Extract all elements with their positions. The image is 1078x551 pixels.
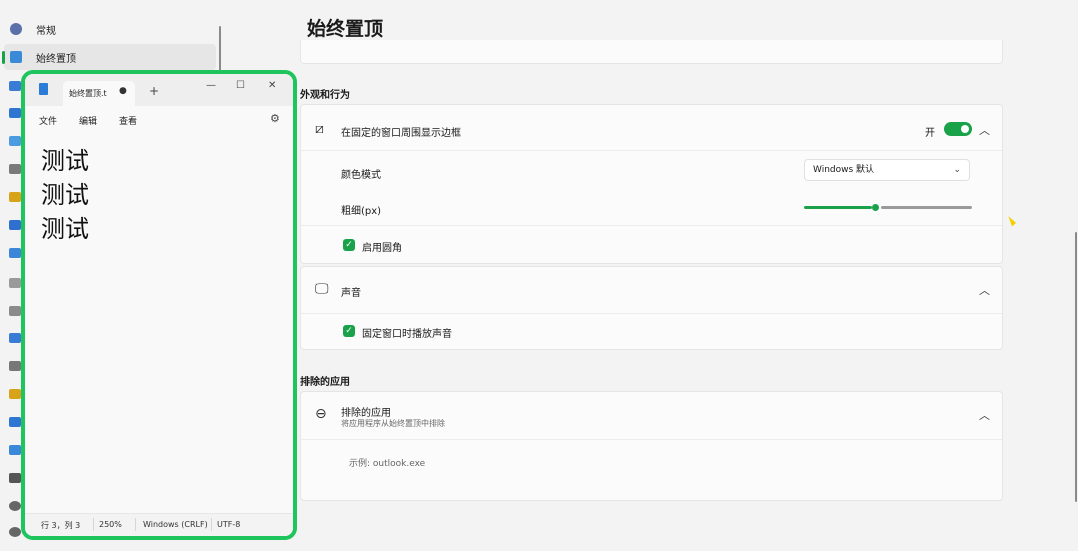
border-toggle[interactable] [944,122,972,136]
utility-icon[interactable] [9,445,21,455]
main-scrollbar[interactable] [1075,232,1077,502]
color-mode-label: 颜色模式 [341,170,381,181]
thickness-slider-fill [804,206,872,209]
chevron-up-icon[interactable]: ︿ [979,282,990,298]
general-icon [10,23,22,35]
utility-icon[interactable] [9,164,21,174]
sound-icon: 🖵 [315,281,329,297]
menu-view[interactable]: 查看 [119,114,137,127]
new-tab-button[interactable]: + [149,84,159,98]
utility-icon[interactable] [9,417,21,427]
always-on-top-icon [10,51,22,63]
utility-icon[interactable] [9,81,21,91]
sidebar-item-general[interactable]: 常规 [4,16,216,42]
excluded-label: 排除的应用 [341,408,391,419]
utility-icon[interactable] [9,306,21,316]
text-line: 测试 [41,215,89,243]
notepad-text-area[interactable]: 测试 测试 测试 [41,144,89,246]
utility-icon[interactable] [9,136,21,146]
zoom-level: 250% [99,520,122,529]
status-separator [93,518,94,531]
pinned-notepad-window[interactable]: 始终置顶.t ● + — ☐ ✕ 文件 编辑 查看 ⚙ 测试 测试 测试 行 3… [21,70,297,540]
cursor-position: 行 3，列 3 [41,521,81,530]
minimize-button[interactable]: — [206,80,216,91]
notepad-tab[interactable]: 始终置顶.t ● [63,81,135,106]
menu-edit[interactable]: 编辑 [79,114,97,127]
divider [301,150,1002,151]
utility-icon[interactable] [9,220,21,230]
utility-icon[interactable] [9,248,21,258]
utility-icon[interactable] [9,473,21,483]
thickness-label: 粗细(px) [341,206,382,217]
thickness-slider-track[interactable] [881,206,972,209]
notepad-status-bar: 行 3，列 3 250% Windows (CRLF) UTF-8 [25,513,293,536]
toggle-state-label: 开 [925,128,935,139]
chevron-up-icon[interactable]: ︿ [979,122,990,138]
thickness-slider-thumb[interactable] [872,204,879,211]
divider [301,439,1002,440]
play-sound-checkbox[interactable]: ✓ [343,325,355,337]
excluded-apps-card: ⊖ 排除的应用 将应用程序从始终置顶中排除 ︿ 示例: outlook.exe [300,391,1003,501]
menu-file[interactable]: 文件 [39,114,57,127]
utility-icon[interactable] [9,361,21,371]
utility-icon[interactable] [9,501,21,511]
top-card-remnant [300,40,1003,64]
minus-circle-icon: ⊖ [315,406,327,422]
utility-icon[interactable] [9,192,21,202]
utility-icon[interactable] [9,108,21,118]
tab-title: 始终置顶.t [69,89,107,98]
section-excluded-title: 排除的应用 [300,377,350,388]
chevron-up-icon[interactable]: ︿ [979,407,990,423]
divider [301,313,1002,314]
play-sound-label: 固定窗口时播放声音 [362,329,452,340]
page-title: 始终置顶 [307,18,384,40]
border-settings-card: ⧄ 在固定的窗口周围显示边框 开 ︿ 颜色模式 Windows 默认 ⌄ 粗细(… [300,104,1003,264]
utility-icon[interactable] [9,333,21,343]
chevron-down-icon: ⌄ [953,165,961,175]
section-appearance-title: 外观和行为 [300,90,350,101]
window-border-icon: ⧄ [315,121,324,137]
rounded-corners-label: 启用圆角 [362,243,402,254]
sound-label: 声音 [341,288,361,299]
color-mode-select[interactable]: Windows 默认 ⌄ [804,159,970,181]
border-row-label: 在固定的窗口周围显示边框 [341,128,461,139]
gear-icon[interactable]: ⚙ [270,112,280,125]
excluded-apps-input[interactable]: 示例: outlook.exe [349,456,425,469]
status-separator [135,518,136,531]
notepad-app-icon [39,83,48,95]
unsaved-dot-icon[interactable]: ● [119,86,127,96]
excluded-description: 将应用程序从始终置顶中排除 [341,419,445,428]
close-button[interactable]: ✕ [268,80,276,91]
utility-icon[interactable] [9,278,21,288]
sound-settings-card: 🖵 声音 ︿ ✓ 固定窗口时播放声音 [300,266,1003,350]
status-separator [211,518,212,531]
maximize-button[interactable]: ☐ [236,80,245,91]
text-line: 测试 [41,147,89,175]
color-mode-value: Windows 默认 [813,165,875,175]
notepad-titlebar[interactable]: 始终置顶.t ● + — ☐ ✕ [25,74,293,106]
sidebar-item-always-on-top[interactable]: 始终置顶 [2,44,216,70]
encoding: UTF-8 [217,520,241,529]
rounded-corners-checkbox[interactable]: ✓ [343,239,355,251]
utility-icon[interactable] [9,389,21,399]
line-ending: Windows (CRLF) [143,520,208,529]
divider [301,225,1002,226]
utility-icon[interactable] [9,527,21,537]
text-line: 测试 [41,181,89,209]
